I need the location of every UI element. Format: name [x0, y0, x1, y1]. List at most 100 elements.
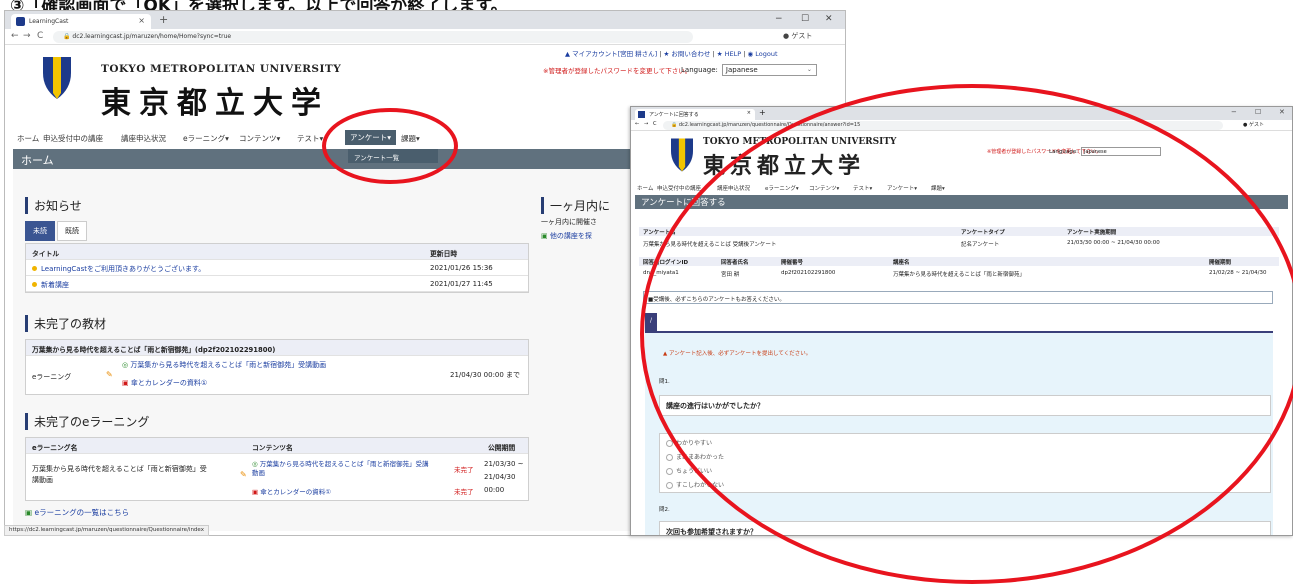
browser-window-survey: アンケートに回答する × + − ☐ ✕ ← → C 🔒 dc2.learning… — [630, 106, 1293, 536]
menu-assignment[interactable]: 課題▾ — [401, 133, 420, 144]
question-page-tab[interactable]: / — [645, 313, 657, 331]
url-text: dc2.learningcast.jp/maruzen/home/Home?sy… — [72, 33, 232, 40]
col-course: 講座名 — [893, 260, 910, 266]
profile-label: ゲスト — [791, 32, 813, 40]
menu-application-status[interactable]: 講座申込状況 — [717, 184, 750, 192]
radio-option[interactable]: すこしわからない — [666, 480, 724, 489]
question-text: 次回も参加希望されますか？ — [659, 521, 1271, 535]
language-select[interactable]: Japanese ⌄ — [721, 64, 817, 76]
table-row: 新着講座 2021/01/27 11:45 — [26, 276, 528, 292]
menu-application-status[interactable]: 講座申込状況 — [121, 133, 166, 144]
forward-icon[interactable]: → — [644, 121, 648, 127]
url-field[interactable]: 🔒 dc2.learningcast.jp/maruzen/home/Home?… — [53, 31, 693, 43]
document-icon: ▣ — [252, 488, 261, 496]
col-content: コンテンツ名 — [252, 444, 293, 452]
minimize-button[interactable]: − — [775, 14, 783, 24]
reload-icon[interactable]: C — [653, 121, 657, 127]
contact-link[interactable]: ★ お問い合わせ — [664, 50, 711, 58]
profile-button[interactable]: ● ゲスト — [783, 31, 812, 41]
university-name-en: TOKYO METROPOLITAN UNIVERSITY — [101, 63, 342, 75]
side-link[interactable]: ▣ 他の講座を探 — [541, 231, 592, 241]
site-header: TOKYO METROPOLITAN UNIVERSITY 東京都立大学 ※管理… — [631, 131, 1292, 181]
language-label: Language: — [681, 66, 718, 74]
tab-bar: アンケートに回答する × + − ☐ ✕ — [631, 107, 1292, 120]
url-field[interactable]: 🔒 dc2.learningcast.jp/maruzen/questionna… — [663, 121, 1223, 130]
language-label: Language: — [1049, 149, 1078, 155]
back-icon[interactable]: ← — [635, 121, 639, 127]
survey-name: 万葉集から見る時代を超えることば 受講後アンケート — [643, 242, 777, 248]
col-date: 更新日時 — [430, 250, 458, 258]
site-favicon-icon — [638, 111, 645, 118]
language-value: Japanese — [1084, 149, 1107, 155]
status-badge: 未完了 — [454, 488, 474, 496]
menu-survey[interactable]: アンケート▾ — [887, 184, 917, 192]
survey-note: ■受講後、必ずこちらのアンケートもお答えください。 — [643, 291, 1273, 304]
menu-survey[interactable]: アンケート▾ — [345, 130, 396, 145]
side-text: 一ヶ月内に開催さ — [541, 218, 597, 226]
minimize-button[interactable]: − — [1231, 108, 1237, 116]
table-header: eラーニング名 コンテンツ名 公開期間 — [26, 438, 528, 454]
menu-assignment[interactable]: 課題▾ — [931, 184, 945, 192]
menu-home[interactable]: ホーム — [637, 184, 653, 192]
university-shield-icon — [43, 57, 71, 99]
lock-icon: 🔒 — [63, 33, 73, 40]
period-end: 21/04/30 — [484, 473, 516, 481]
material-link[interactable]: 万葉集から見る時代を超えることば「雨と新宿御苑」受講動画 — [130, 361, 326, 369]
forward-icon[interactable]: → — [23, 31, 31, 41]
content-link[interactable]: 傘とカレンダーの資料① — [260, 488, 331, 496]
new-tab-button[interactable]: + — [759, 108, 766, 117]
lock-icon: 🔒 — [671, 122, 679, 128]
menu-open-courses[interactable]: 申込受付中の講座 — [43, 133, 103, 144]
help-link[interactable]: ★ HELP — [717, 50, 741, 58]
menu-test[interactable]: テスト▾ — [297, 133, 323, 144]
content-link[interactable]: 万葉集から見る時代を超えることば「雨と新宿御苑」受講動画 — [252, 460, 429, 477]
survey-list-menu-item[interactable]: アンケート一覧 — [348, 149, 438, 163]
status-bar-url: https://dc2.learningcast.jp/maruzen/ques… — [4, 525, 209, 536]
page-title: アンケートに回答する — [635, 195, 1288, 209]
window-close-button[interactable]: ✕ — [825, 14, 833, 24]
col-period: 公開期間 — [488, 444, 516, 452]
radio-option[interactable]: わかりやすい — [666, 438, 712, 447]
maximize-button[interactable]: ☐ — [1255, 108, 1261, 116]
col-answerer: 回答者氏名 — [721, 260, 749, 266]
side-link-text[interactable]: 他の講座を探 — [550, 232, 592, 240]
browser-tab[interactable]: アンケートに回答する × — [635, 109, 755, 120]
menu-elearning[interactable]: eラーニング▾ — [765, 184, 799, 192]
question-number: 問2. — [659, 507, 670, 513]
menu-contents[interactable]: コンテンツ▾ — [239, 133, 280, 144]
tab-unread[interactable]: 未読 — [25, 221, 55, 241]
content-item: ▣ 傘とカレンダーの資料① — [252, 486, 331, 496]
elearning-name: 万葉集から見る時代を超えることば「雨と新宿御苑」受講動画 — [32, 465, 207, 484]
tab-close-icon[interactable]: × — [747, 110, 751, 116]
university-shield-icon — [671, 138, 693, 172]
notice-link[interactable]: LearningCastをご利用頂きありがとうございます。 — [41, 265, 205, 273]
maximize-button[interactable]: ☐ — [801, 14, 809, 24]
list-link-text[interactable]: eラーニングの一覧はこちら — [34, 508, 129, 517]
radio-option[interactable]: まあまあわかった — [666, 452, 724, 461]
reload-icon[interactable]: C — [37, 31, 43, 41]
menu-contents[interactable]: コンテンツ▾ — [809, 184, 839, 192]
my-account-link[interactable]: ▲ マイアカウント[宮田 耕さん] — [565, 50, 657, 58]
menu-home[interactable]: ホーム — [17, 133, 39, 144]
radio-option[interactable]: ちょうどいい — [666, 466, 712, 475]
profile-button[interactable]: ● ゲスト — [1243, 121, 1264, 128]
language-select[interactable]: Japanese — [1081, 147, 1161, 156]
menu-open-courses[interactable]: 申込受付中の講座 — [657, 184, 701, 192]
new-tab-button[interactable]: + — [159, 13, 168, 26]
menu-test[interactable]: テスト▾ — [853, 184, 872, 192]
menu-elearning[interactable]: eラーニング▾ — [183, 133, 229, 144]
notice-tabs: 未読 既読 — [25, 221, 89, 241]
elearning-list-link[interactable]: ▣ eラーニングの一覧はこちら — [25, 507, 129, 518]
tab-close-icon[interactable]: × — [138, 16, 145, 25]
logout-link[interactable]: ◉ Logout — [748, 50, 778, 58]
material-item: ▣ 傘とカレンダーの資料① — [122, 378, 207, 388]
notice-link[interactable]: 新着講座 — [41, 281, 69, 289]
tab-read[interactable]: 既読 — [57, 221, 87, 241]
browser-tab[interactable]: LearningCast × — [11, 14, 151, 29]
window-close-button[interactable]: ✕ — [1279, 108, 1285, 116]
university-name-en: TOKYO METROPOLITAN UNIVERSITY — [703, 137, 897, 147]
language-value: Japanese — [725, 66, 758, 74]
back-icon[interactable]: ← — [11, 31, 19, 41]
play-icon: ◎ — [252, 460, 260, 468]
material-link[interactable]: 傘とカレンダーの資料① — [131, 379, 207, 387]
